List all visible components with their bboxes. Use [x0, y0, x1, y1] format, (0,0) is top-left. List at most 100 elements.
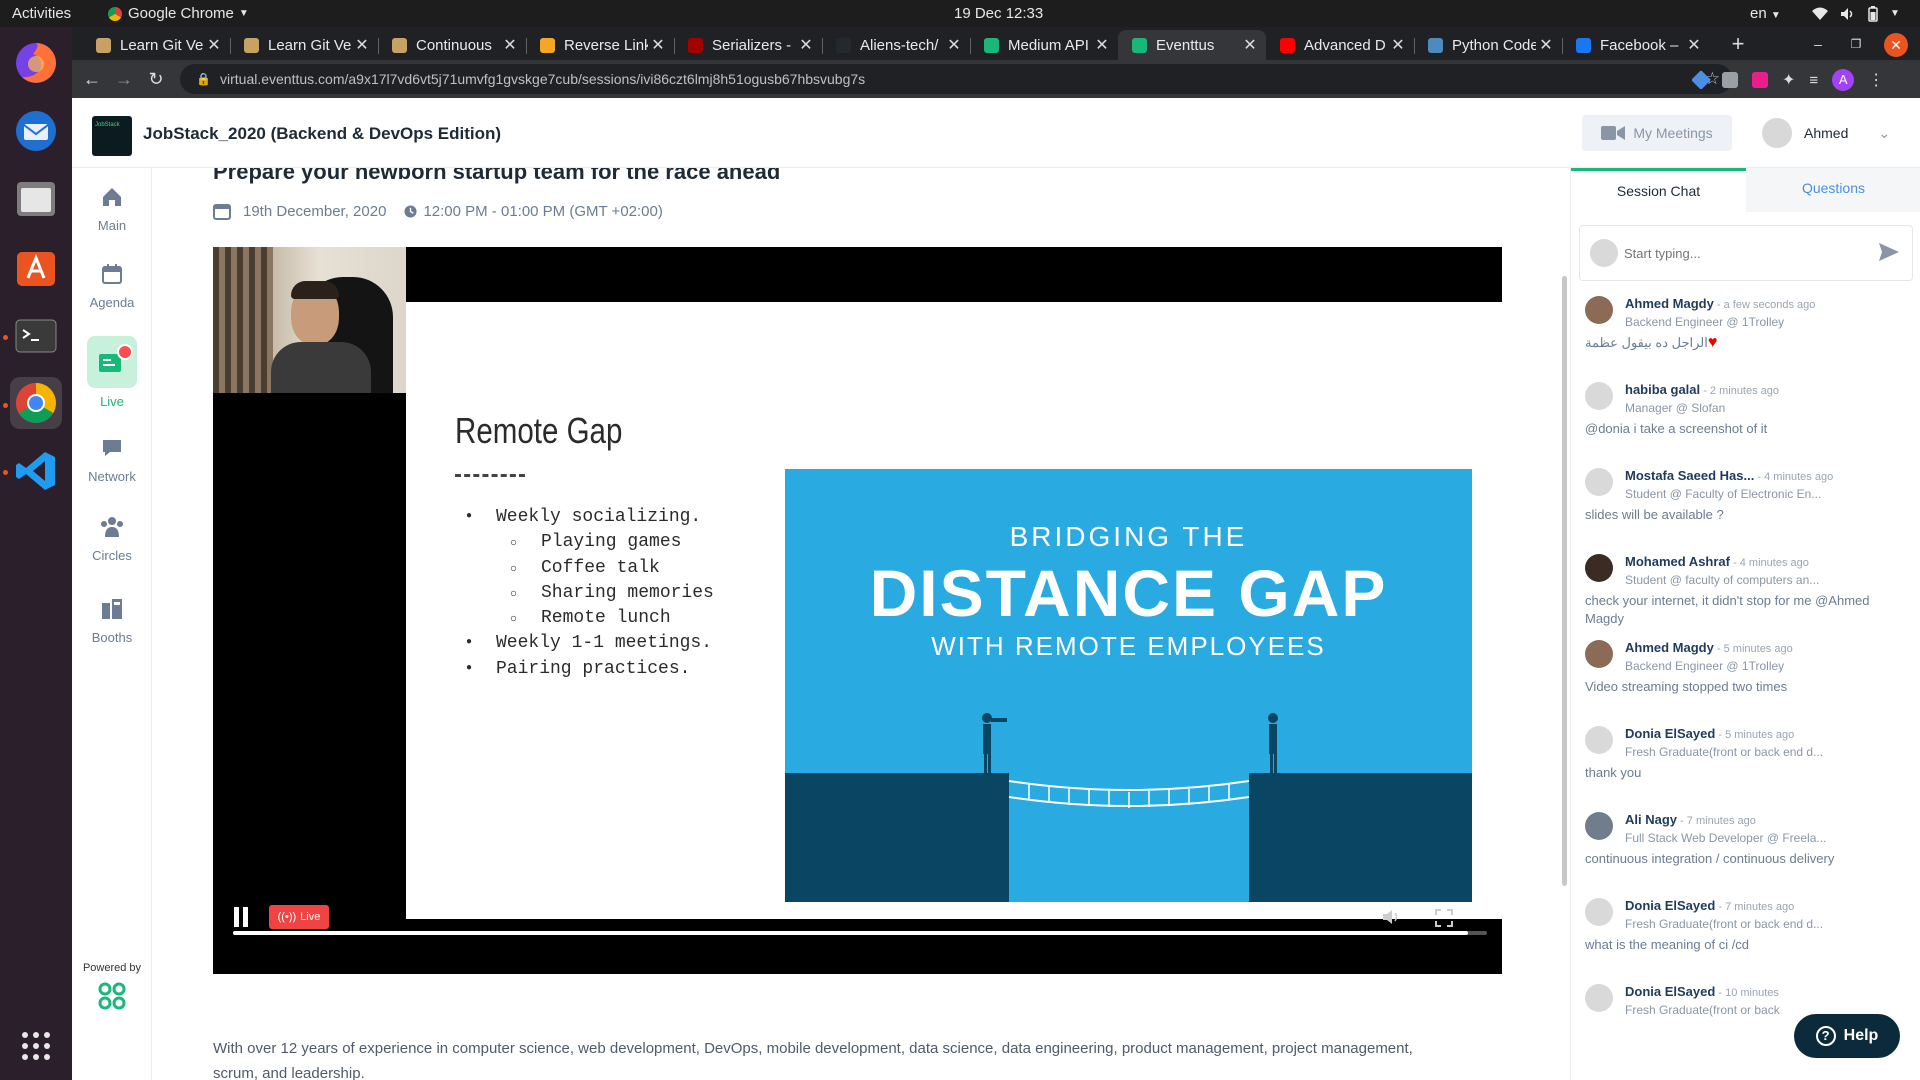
pause-icon[interactable] — [232, 907, 250, 927]
dock-files[interactable] — [10, 173, 62, 225]
close-tab-icon[interactable]: ✕ — [352, 35, 372, 55]
nav-circles[interactable]: Circles — [72, 512, 152, 563]
show-applications-button[interactable] — [10, 1020, 62, 1072]
restore-button[interactable]: ❐ — [1842, 30, 1870, 58]
address-bar[interactable]: 🔒 virtual.eventtus.com/a9x17l7vd6vt5j71u… — [180, 64, 1732, 94]
browser-tab[interactable]: Learn Git Ve ✕ — [82, 30, 230, 60]
back-button[interactable]: ← — [78, 65, 106, 93]
calendar-icon — [102, 264, 122, 284]
pen-extension-icon[interactable] — [1691, 70, 1711, 90]
chat-avatar[interactable] — [1585, 726, 1613, 754]
my-meetings-button[interactable]: My Meetings — [1582, 115, 1732, 151]
browser-tab[interactable]: Serializers - ✕ — [674, 30, 822, 60]
nav-network[interactable]: Network — [72, 433, 152, 484]
system-status-menu[interactable]: ▼ — [1812, 0, 1900, 27]
user-menu[interactable]: Ahmed ⌄ — [1762, 116, 1902, 150]
event-logo-text: JobStack — [95, 122, 120, 128]
app-grid-icon — [22, 1032, 50, 1060]
extension-icon[interactable] — [1752, 72, 1768, 88]
slide-bullet: ● Weekly socializing. — [466, 507, 714, 532]
chat-avatar[interactable] — [1585, 898, 1613, 926]
dock-software[interactable] — [10, 241, 62, 293]
forward-button[interactable]: → — [110, 65, 138, 93]
close-window-button[interactable]: ✕ — [1884, 33, 1908, 57]
browser-tab[interactable]: Facebook – ✕ — [1562, 30, 1710, 60]
chat-author[interactable]: Ahmed Magdy - 5 minutes ago — [1625, 640, 1793, 655]
chat-avatar[interactable] — [1585, 554, 1613, 582]
profile-avatar[interactable]: A — [1832, 69, 1855, 91]
browser-tab[interactable]: Aliens-tech/ ✕ — [822, 30, 970, 60]
progress-track[interactable] — [233, 931, 1487, 935]
video-player[interactable]: Remote Gap ● Weekly socializing. ○ Playing … — [213, 247, 1502, 974]
menu-kebab-icon[interactable]: ⋮ — [1868, 70, 1884, 90]
chat-author[interactable]: habiba galal - 2 minutes ago — [1625, 382, 1779, 397]
media-control-icon[interactable]: ≡ — [1809, 72, 1818, 89]
tab-questions[interactable]: Questions — [1746, 168, 1920, 212]
browser-tab[interactable]: Eventtus ✕ — [1118, 30, 1266, 60]
close-tab-icon[interactable]: ✕ — [1092, 35, 1112, 55]
fullscreen-icon[interactable] — [1435, 909, 1453, 927]
language-indicator[interactable]: en ▼ — [1750, 0, 1781, 27]
chat-avatar[interactable] — [1585, 984, 1613, 1012]
browser-tab[interactable]: Learn Git Ve ✕ — [230, 30, 378, 60]
close-tab-icon[interactable]: ✕ — [1388, 35, 1408, 55]
send-icon[interactable] — [1878, 242, 1900, 262]
chat-author[interactable]: Donia ElSayed - 5 minutes ago — [1625, 726, 1794, 741]
close-tab-icon[interactable]: ✕ — [1536, 35, 1556, 55]
dock-vscode[interactable] — [10, 445, 62, 497]
chat-avatar[interactable] — [1585, 468, 1613, 496]
tab-favicon-icon — [984, 37, 999, 53]
chat-author[interactable]: Ali Nagy - 7 minutes ago — [1625, 812, 1756, 827]
chat-author[interactable]: Donia ElSayed - 10 minutes — [1625, 984, 1779, 999]
slide-bullet-text: Weekly 1-1 meetings. — [496, 633, 713, 654]
files-icon — [17, 182, 55, 216]
nav-booths[interactable]: Booths — [72, 594, 152, 645]
chat-avatar[interactable] — [1585, 382, 1613, 410]
dock-thunderbird[interactable] — [10, 105, 62, 157]
puzzle-icon[interactable]: ✦ — [1782, 70, 1795, 90]
clock[interactable]: 19 Dec 12:33 — [954, 0, 1043, 27]
chat-message: Ali Nagy - 7 minutes ago Full Stack Web D… — [1585, 812, 1905, 892]
close-tab-icon[interactable]: ✕ — [204, 35, 224, 55]
eventtus-logo-icon[interactable] — [96, 980, 128, 1012]
browser-tab[interactable]: Continuous ✕ — [378, 30, 526, 60]
chat-avatar[interactable] — [1585, 296, 1613, 324]
panel-scrollbar[interactable] — [1562, 276, 1567, 886]
minimize-button[interactable]: – — [1804, 30, 1832, 58]
reload-button[interactable]: ↻ — [142, 65, 170, 93]
app-menu[interactable]: Google Chrome ▼ — [108, 0, 249, 27]
close-tab-icon[interactable]: ✕ — [1240, 35, 1260, 55]
close-tab-icon[interactable]: ✕ — [944, 35, 964, 55]
close-tab-icon[interactable]: ✕ — [500, 35, 520, 55]
nav-live[interactable]: Live — [72, 336, 152, 409]
nav-agenda[interactable]: Agenda — [72, 259, 152, 310]
chat-author[interactable]: Mostafa Saeed Has... - 4 minutes ago — [1625, 468, 1833, 483]
chat-author[interactable]: Donia ElSayed - 7 minutes ago — [1625, 898, 1794, 913]
browser-tab[interactable]: Medium API ✕ — [970, 30, 1118, 60]
activities-button[interactable]: Activities — [12, 0, 71, 27]
chat-timestamp: - 5 minutes ago — [1713, 643, 1793, 655]
volume-icon[interactable] — [1382, 909, 1402, 925]
dock-firefox[interactable] — [10, 37, 62, 89]
live-badge[interactable]: ((•)) Live — [269, 905, 329, 929]
chat-author[interactable]: Mohamed Ashraf - 4 minutes ago — [1625, 554, 1809, 569]
chat-author[interactable]: Ahmed Magdy - a few seconds ago — [1625, 296, 1815, 311]
event-title[interactable]: JobStack_2020 (Backend & DevOps Edition) — [143, 124, 501, 144]
close-tab-icon[interactable]: ✕ — [648, 35, 668, 55]
chat-avatar[interactable] — [1585, 640, 1613, 668]
browser-tab[interactable]: Reverse Link ✕ — [526, 30, 674, 60]
chat-message-input[interactable] — [1624, 240, 1864, 266]
extension-icon[interactable] — [1722, 72, 1738, 88]
event-logo[interactable]: JobStack — [92, 116, 132, 156]
close-tab-icon[interactable]: ✕ — [796, 35, 816, 55]
dock-terminal[interactable] — [10, 309, 62, 361]
nav-main[interactable]: Main — [72, 182, 152, 233]
new-tab-button[interactable]: + — [1724, 30, 1752, 58]
browser-tab[interactable]: Python Code ✕ — [1414, 30, 1562, 60]
chat-avatar[interactable] — [1585, 812, 1613, 840]
dock-chrome[interactable] — [10, 377, 62, 429]
tab-session-chat[interactable]: Session Chat — [1571, 168, 1746, 212]
browser-tab[interactable]: Advanced D ✕ — [1266, 30, 1414, 60]
close-tab-icon[interactable]: ✕ — [1684, 35, 1704, 55]
help-button[interactable]: ? Help — [1794, 1014, 1900, 1058]
